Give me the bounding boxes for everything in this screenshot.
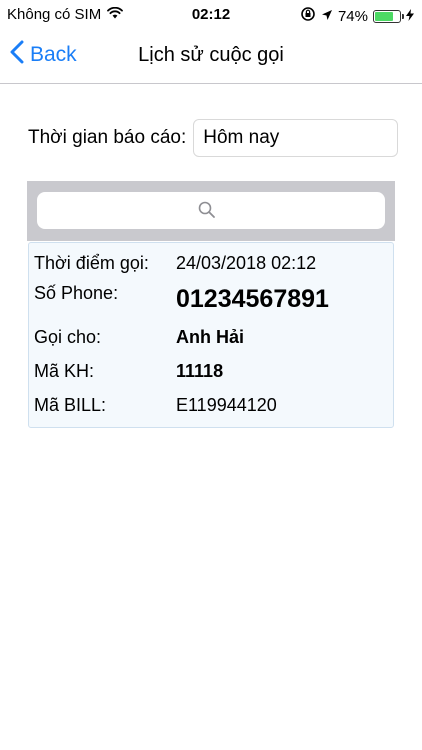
phone-row: Số Phone: 01234567891 bbox=[34, 281, 388, 317]
battery-icon bbox=[373, 9, 404, 23]
battery-percent: 74% bbox=[337, 7, 368, 25]
bill-value: E119944120 bbox=[176, 394, 277, 415]
call-time-row: Thời điểm gọi: 24/03/2018 02:12 bbox=[34, 249, 388, 277]
page-title: Lịch sử cuộc gọi bbox=[138, 44, 284, 66]
search-icon bbox=[198, 201, 216, 224]
search-bar bbox=[27, 181, 395, 241]
call-record-card[interactable]: Thời điểm gọi: 24/03/2018 02:12 Số Phone… bbox=[28, 242, 394, 428]
location-arrow-icon bbox=[321, 8, 333, 25]
bill-label: Mã BILL: bbox=[34, 394, 107, 415]
rotation-lock-icon bbox=[300, 6, 316, 26]
call-history-screen: Không có SIM 02:12 74% Back Lịch sử cuộc… bbox=[0, 0, 422, 750]
called-value: Anh Hải bbox=[176, 326, 245, 347]
battery-cap bbox=[402, 13, 404, 19]
navigation-bar: Back Lịch sử cuộc gọi bbox=[0, 30, 422, 84]
customer-row: Mã KH: 11118 bbox=[34, 357, 388, 385]
report-period-field[interactable]: Hôm nay bbox=[193, 119, 398, 157]
call-time-value: 24/03/2018 02:12 bbox=[176, 252, 317, 273]
called-label: Gọi cho: bbox=[34, 326, 102, 347]
call-time-label: Thời điểm gọi: bbox=[34, 252, 149, 273]
phone-label: Số Phone: bbox=[34, 283, 119, 303]
called-row: Gọi cho: Anh Hải bbox=[34, 323, 388, 351]
customer-label: Mã KH: bbox=[34, 360, 95, 381]
status-bar: Không có SIM 02:12 74% bbox=[0, 0, 422, 30]
search-field bbox=[37, 192, 389, 231]
customer-value: 11118 bbox=[176, 360, 224, 381]
report-period-label: Thời gian báo cáo: bbox=[28, 127, 187, 148]
report-period-row: Thời gian báo cáo: Hôm nay bbox=[28, 119, 398, 157]
battery-fill bbox=[375, 11, 393, 21]
charging-bolt-icon bbox=[406, 8, 414, 25]
status-right: 74% bbox=[300, 6, 414, 26]
bill-row: Mã BILL: E119944120 bbox=[34, 391, 388, 419]
phone-value: 01234567891 bbox=[176, 285, 329, 313]
